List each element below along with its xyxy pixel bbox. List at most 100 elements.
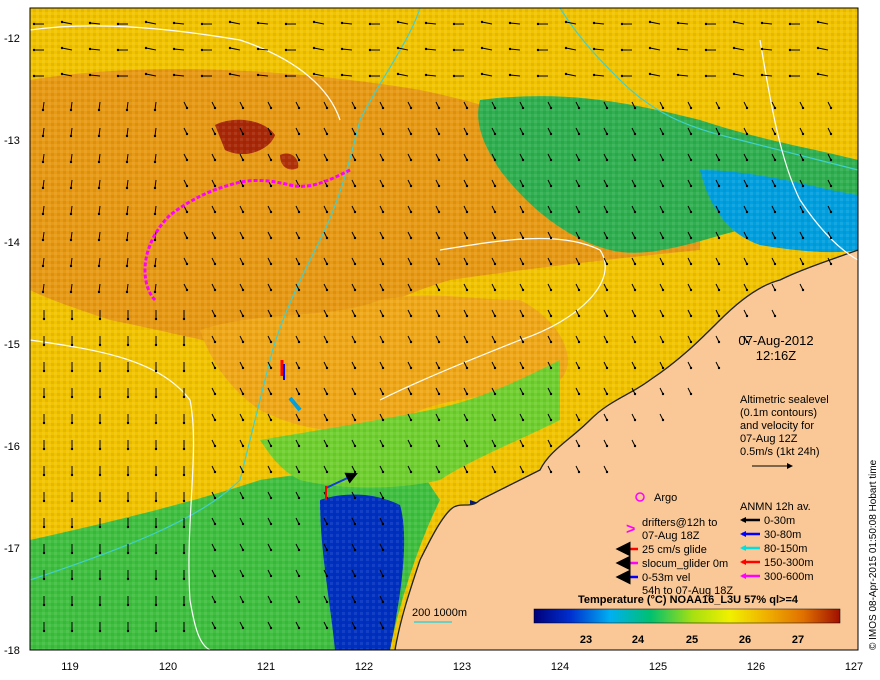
velocity-arrow-head: [297, 444, 301, 448]
velocity-arrow-head: [605, 106, 609, 110]
velocity-arrow-head: [521, 106, 525, 110]
velocity-arrow-head: [269, 574, 273, 578]
velocity-arrow-head: [116, 22, 120, 26]
velocity-arrow-head: [633, 236, 637, 240]
velocity-arrow-head: [788, 74, 792, 78]
velocity-arrow-head: [717, 288, 721, 292]
velocity-arrow-head: [297, 340, 301, 344]
velocity-arrow-head: [577, 184, 581, 188]
velocity-arrow-head: [493, 106, 497, 110]
velocity-arrow-head: [297, 236, 301, 240]
velocity-arrow-head: [154, 577, 158, 581]
velocity-arrow-head: [213, 210, 217, 214]
velocity-arrow-head: [577, 210, 581, 214]
colorbar-ramp: [533, 608, 841, 624]
velocity-arrow-head: [353, 184, 357, 188]
velocity-arrow-head: [773, 106, 777, 110]
velocity-arrow-head: [200, 74, 204, 78]
velocity-arrow-head: [620, 74, 624, 78]
velocity-arrow-head: [126, 447, 130, 451]
velocity-arrow-head: [241, 262, 245, 266]
velocity-arrow-head: [689, 236, 693, 240]
velocity-arrow-head: [269, 522, 273, 526]
velocity-arrow-head: [437, 470, 441, 474]
velocity-arrow-head: [633, 444, 637, 448]
velocity-arrow-head: [182, 577, 186, 581]
velocity-arrow-head: [153, 160, 157, 164]
velocity-arrow-head: [409, 106, 413, 110]
velocity-arrow-head: [241, 340, 245, 344]
velocity-arrow-head: [185, 184, 189, 188]
velocity-arrow-head: [353, 574, 357, 578]
velocity-arrow-head: [549, 288, 553, 292]
velocity-arrow-head: [829, 158, 833, 162]
velocity-arrow-head: [368, 22, 372, 26]
velocity-arrow-head: [269, 158, 273, 162]
velocity-arrow-head: [605, 392, 609, 396]
velocity-arrow-head: [437, 444, 441, 448]
velocity-arrow-head: [182, 473, 186, 477]
velocity-arrow-head: [182, 369, 186, 373]
velocity-arrow-head: [154, 499, 158, 503]
velocity-arrow-head: [577, 262, 581, 266]
velocity-arrow-head: [480, 46, 484, 50]
velocity-arrow-head: [577, 132, 581, 136]
velocity-arrow-head: [773, 210, 777, 214]
velocity-arrow-head: [241, 574, 245, 578]
velocity-arrow-head: [396, 72, 400, 76]
velocity-arrow-head: [732, 72, 736, 76]
velocity-arrow-head: [241, 158, 245, 162]
velocity-arrow-head: [172, 73, 176, 77]
velocity-arrow-head: [465, 288, 469, 292]
velocity-arrow-head: [536, 48, 540, 52]
velocity-arrow-head: [661, 340, 665, 344]
velocity-arrow-head: [126, 473, 130, 477]
velocity-arrow-head: [521, 470, 525, 474]
velocity-arrow-head: [465, 470, 469, 474]
velocity-arrow-head: [325, 366, 329, 370]
velocity-arrow-head: [717, 366, 721, 370]
velocity-arrow-head: [424, 73, 428, 77]
velocity-arrow-head: [605, 132, 609, 136]
velocity-arrow-head: [549, 132, 553, 136]
velocity-arrow-head: [70, 551, 74, 555]
velocity-arrow-head: [381, 600, 385, 604]
colorbar: Temperature (°C) NOAA16_L3U 57% ql>=4 23…: [533, 594, 841, 646]
velocity-arrow-head: [213, 158, 217, 162]
velocity-arrow-head: [689, 106, 693, 110]
velocity-arrow-head: [801, 158, 805, 162]
velocity-arrow-head: [125, 212, 129, 216]
velocity-arrow-head: [41, 238, 45, 242]
velocity-arrow-head: [284, 22, 288, 26]
velocity-arrow-head: [340, 21, 344, 25]
lat-tick: -18: [4, 645, 20, 657]
velocity-arrow-head: [437, 366, 441, 370]
velocity-arrow-head: [154, 603, 158, 607]
velocity-arrow-head: [116, 74, 120, 78]
glide-label: 25 cm/s glide: [642, 544, 707, 556]
velocity-arrow-head: [773, 262, 777, 266]
velocity-arrow-head: [126, 603, 130, 607]
velocity-arrow-head: [97, 290, 101, 294]
velocity-arrow-head: [493, 132, 497, 136]
velocity-arrow-head: [153, 238, 157, 242]
velocity-arrow-head: [353, 340, 357, 344]
velocity-arrow-head: [353, 288, 357, 292]
velocity-arrow-head: [353, 262, 357, 266]
velocity-arrow-head: [773, 184, 777, 188]
velocity-arrow-head: [773, 132, 777, 136]
velocity-arrow-head: [493, 158, 497, 162]
velocity-arrow-head: [284, 74, 288, 78]
velocity-arrow-head: [549, 366, 553, 370]
velocity-arrow-head: [126, 629, 130, 633]
velocity-arrow-head: [368, 74, 372, 78]
velocity-arrow-head: [353, 470, 357, 474]
velocity-arrow-head: [549, 158, 553, 162]
velocity-arrow-head: [126, 343, 130, 347]
velocity-arrow-head: [704, 22, 708, 26]
velocity-arrow-head: [353, 158, 357, 162]
velocity-arrow-head: [213, 548, 217, 552]
velocity-arrow-head: [549, 470, 553, 474]
velocity-arrow-head: [661, 314, 665, 318]
velocity-arrow-head: [126, 317, 130, 321]
